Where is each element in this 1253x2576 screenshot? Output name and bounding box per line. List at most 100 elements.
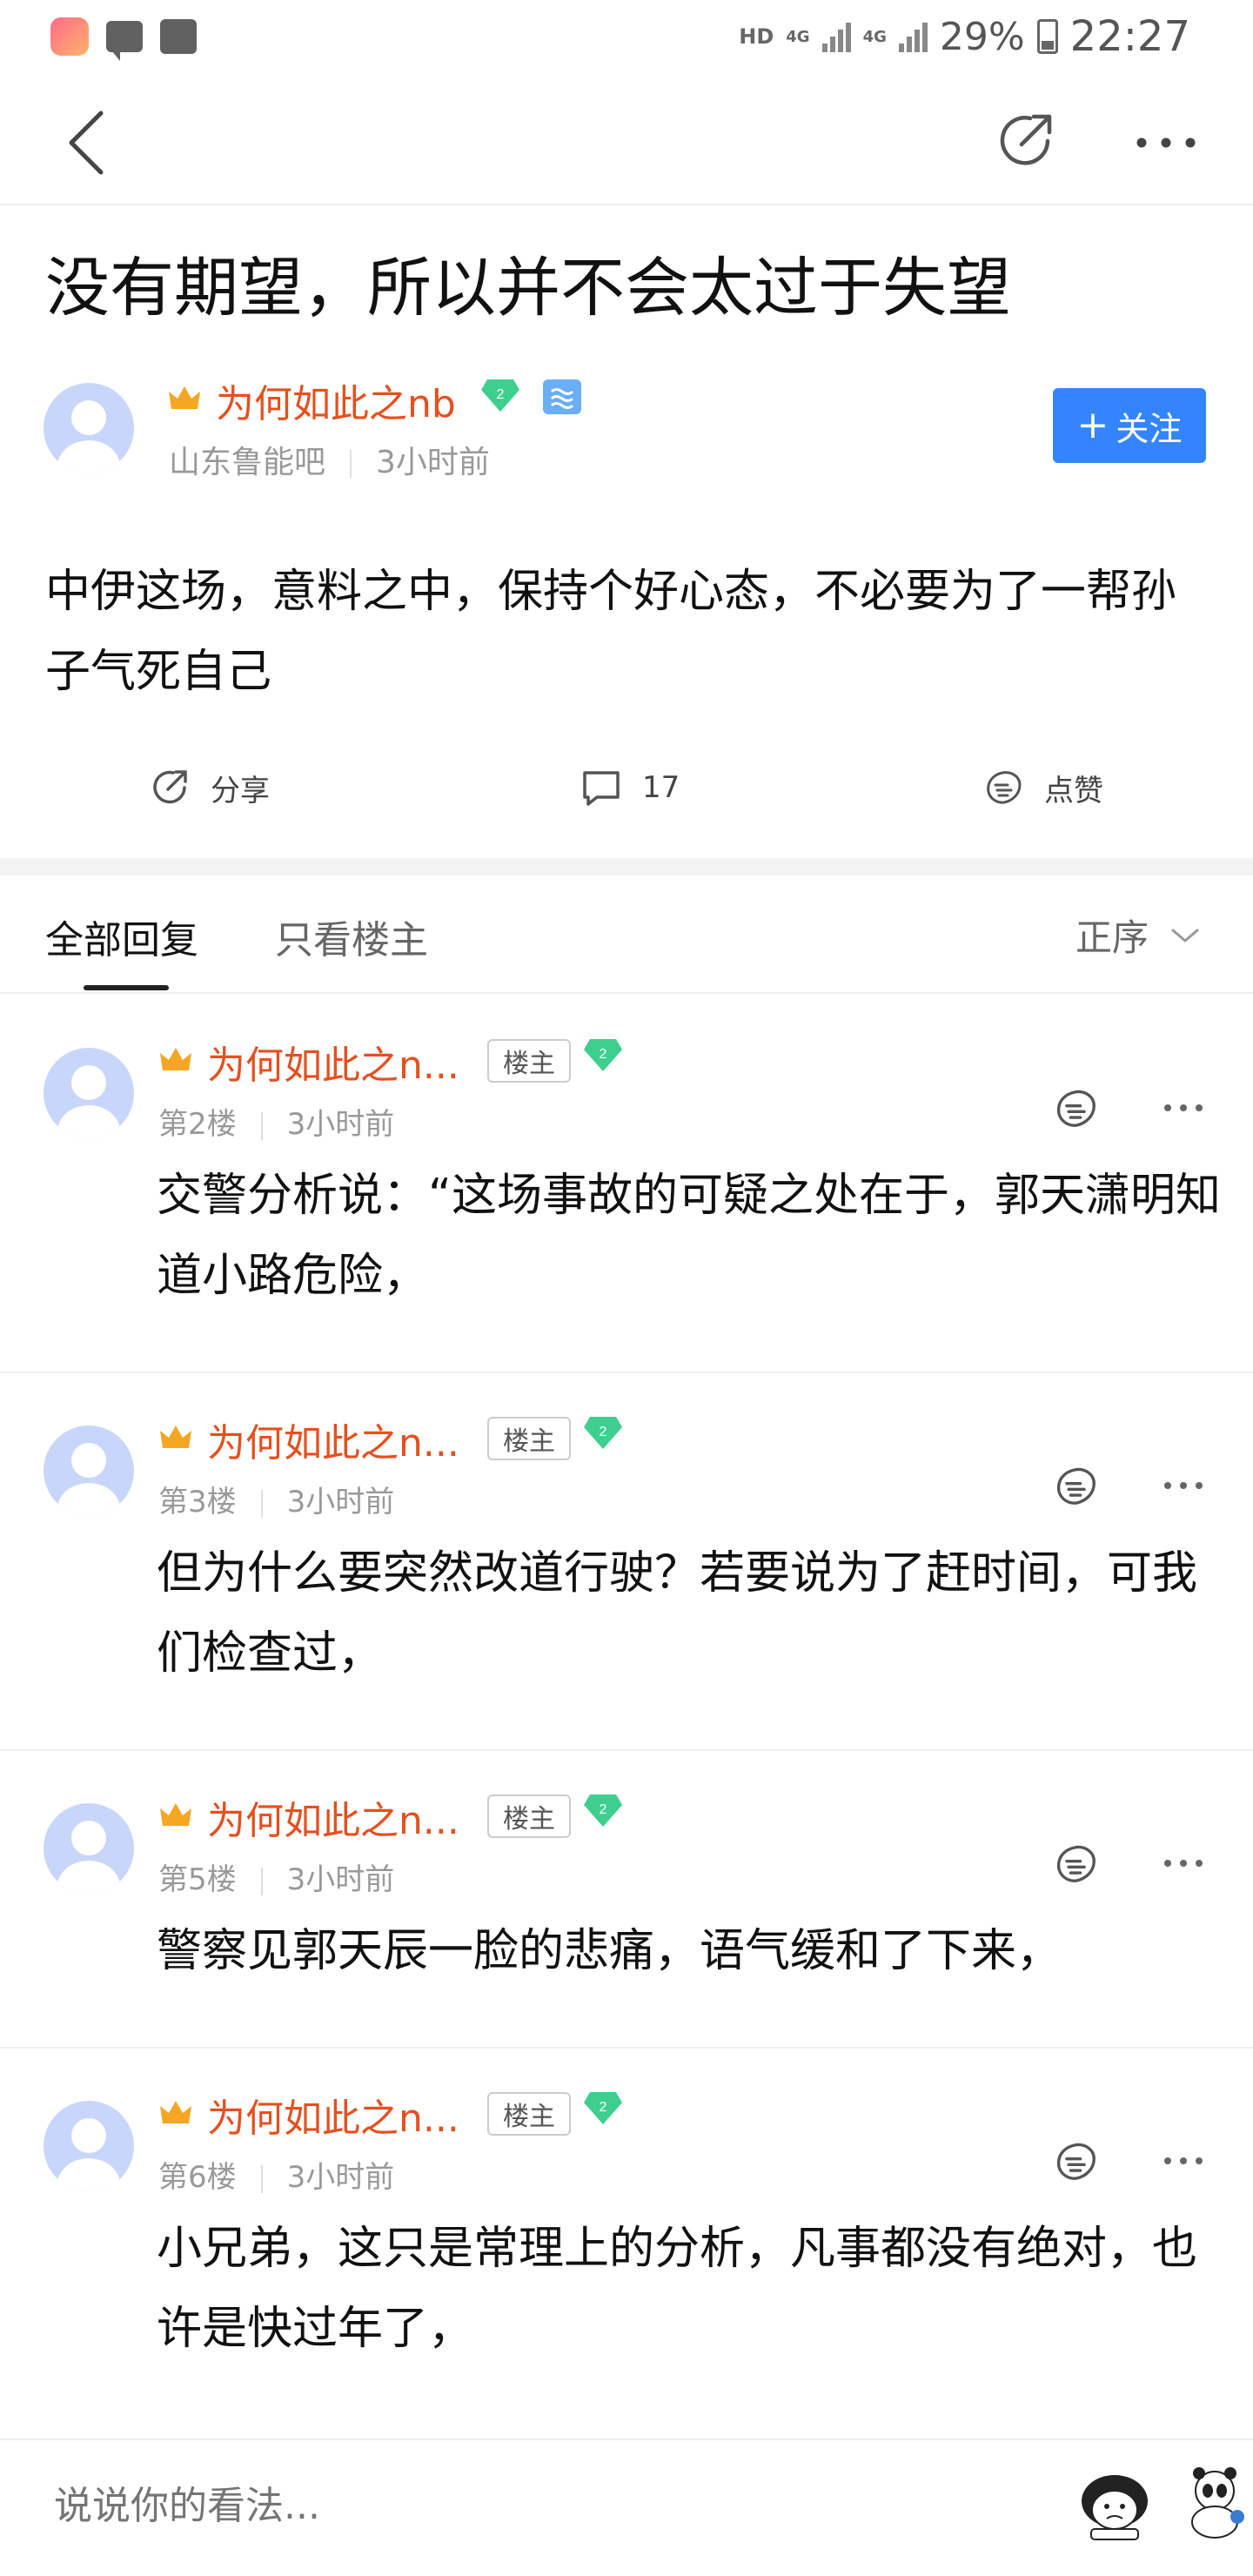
- battery-percent: 29%: [939, 14, 1025, 59]
- floor-number: 第2楼: [158, 1107, 237, 1142]
- reply-meta: 第2楼 3小时前: [158, 1100, 394, 1143]
- share-label: 分享: [211, 773, 270, 808]
- author-name[interactable]: 为何如此之nb: [216, 372, 456, 428]
- reply-avatar[interactable]: [44, 1803, 134, 1894]
- crown-icon: [160, 2101, 191, 2123]
- member-badge-icon: [543, 379, 581, 414]
- reply-item: 为何如此之n... 楼主 2 第2楼 3小时前 交警分析说：“这场事故的可疑之处在…: [0, 994, 1253, 1368]
- level-number: 2: [600, 1802, 607, 1817]
- like-label: 点赞: [1044, 773, 1103, 808]
- active-tab-indicator: [84, 985, 169, 990]
- level-number: 2: [497, 387, 505, 402]
- level-number: 2: [600, 2100, 607, 2115]
- notification-icons: [50, 17, 197, 61]
- section-divider: [0, 858, 1253, 875]
- comment-action[interactable]: 17: [580, 766, 680, 809]
- comment-bar: [0, 2438, 1253, 2576]
- battery-icon: [1036, 19, 1058, 54]
- more-dots-icon[interactable]: [1161, 1095, 1206, 1121]
- tab-op-only[interactable]: 只看楼主: [275, 909, 428, 964]
- reply-meta: 第6楼 3小时前: [158, 2153, 394, 2196]
- forum-name[interactable]: 山东鲁能吧: [169, 445, 325, 480]
- reply-author-name[interactable]: 为何如此之n...: [207, 1412, 459, 1467]
- more-dots-icon[interactable]: [1131, 125, 1201, 160]
- reply-meta: 第5楼 3小时前: [158, 1855, 394, 1898]
- op-tag: 楼主: [487, 1794, 571, 1838]
- message-notification-icon: [106, 21, 143, 61]
- reply-text: 小兄弟，这只是常理上的分析，凡事都没有绝对，也许是快过年了，: [157, 2223, 1198, 2355]
- level-diamond-icon: 2: [584, 1794, 622, 1827]
- level-number: 2: [600, 1425, 607, 1439]
- author-avatar[interactable]: [44, 383, 134, 473]
- clock: 22:27: [1069, 12, 1190, 61]
- sort-label: 正序: [1075, 916, 1149, 959]
- crown-icon: [160, 1048, 191, 1070]
- reply-time: 3小时前: [286, 1485, 395, 1519]
- crown-icon: [160, 1803, 191, 1826]
- more-dots-icon[interactable]: [1161, 2148, 1206, 2174]
- reply-avatar[interactable]: [44, 1426, 134, 1516]
- like-action[interactable]: 点赞: [982, 766, 1103, 809]
- more-dots-icon[interactable]: [1161, 1472, 1206, 1499]
- app-notification-icon: [50, 17, 89, 56]
- network-type-1: 4G: [786, 27, 810, 46]
- level-diamond-icon: 2: [584, 1039, 622, 1071]
- like-hand-icon[interactable]: [1051, 1084, 1100, 1133]
- comment-input[interactable]: [54, 2484, 1011, 2528]
- reply-avatar[interactable]: [44, 1048, 134, 1138]
- level-diamond-icon: 2: [584, 2092, 622, 2124]
- reply-text: 但为什么要突然改道行驶？若要说为了赶时间，可我们检查过，: [157, 1547, 1198, 1680]
- like-hand-icon[interactable]: [1051, 1840, 1100, 1888]
- op-tag: 楼主: [487, 1417, 571, 1460]
- share-icon[interactable]: [990, 106, 1060, 176]
- back-arrow-icon[interactable]: [61, 108, 113, 178]
- like-hand-icon: [987, 771, 1022, 804]
- chevron-down-icon: [1171, 929, 1199, 942]
- comment-bubble-icon: [583, 771, 620, 806]
- status-bar: HD 4G 4G 29% 22:27: [0, 0, 1253, 73]
- post-body: 中伊这场，意料之中，保持个好心态，不必要为了一帮孙子气死自己: [45, 566, 1177, 698]
- reply-item: 为何如此之n... 楼主 2 第3楼 3小时前 但为什么要突然改道行驶？若要说为了…: [0, 1372, 1253, 1746]
- follow-button[interactable]: + 关注: [1053, 388, 1206, 463]
- signal-icon: [821, 21, 851, 52]
- level-diamond-icon: 2: [584, 1417, 622, 1449]
- reply-item: 为何如此之n... 楼主 2 第6楼 3小时前 小兄弟，这只是常理上的分析，凡事都…: [0, 2047, 1253, 2430]
- nav-bar: [0, 73, 1253, 205]
- post-title: 没有期望，所以并不会太过于失望: [45, 251, 1011, 325]
- floor-number: 第5楼: [158, 1862, 237, 1897]
- plus-icon: +: [1076, 403, 1109, 447]
- level-number: 2: [600, 1047, 607, 1062]
- more-dots-icon[interactable]: [1161, 1850, 1206, 1876]
- reply-author-name[interactable]: 为何如此之n...: [207, 1034, 459, 1090]
- reply-time: 3小时前: [286, 1862, 395, 1897]
- task-notification-icon: [160, 19, 197, 54]
- crown-icon: [160, 1426, 191, 1448]
- floor-number: 第6楼: [158, 2160, 237, 2195]
- sticker-emoji-icon[interactable]: [1075, 2472, 1154, 2541]
- reply-time: 3小时前: [286, 1107, 395, 1142]
- hd-indicator: HD: [739, 24, 774, 49]
- reply-author-name[interactable]: 为何如此之n...: [207, 2087, 459, 2143]
- sticker-panda-icon[interactable]: [1176, 2465, 1253, 2543]
- follow-label: 关注: [1116, 409, 1183, 448]
- level-diamond-icon: 2: [481, 379, 519, 412]
- share-action[interactable]: 分享: [148, 766, 270, 809]
- reply-meta: 第3楼 3小时前: [158, 1478, 394, 1520]
- floor-number: 第3楼: [158, 1485, 237, 1519]
- signal-icon-2: [898, 21, 928, 52]
- like-hand-icon[interactable]: [1051, 1462, 1100, 1511]
- reply-author-name[interactable]: 为何如此之n...: [207, 1789, 459, 1845]
- reply-time: 3小时前: [286, 2160, 395, 2195]
- op-tag: 楼主: [487, 2092, 571, 2136]
- tab-all-replies[interactable]: 全部回复: [45, 909, 198, 964]
- author-meta: 山东鲁能吧 3小时前: [169, 437, 490, 482]
- like-hand-icon[interactable]: [1051, 2137, 1100, 2186]
- reply-avatar[interactable]: [44, 2101, 134, 2191]
- op-tag: 楼主: [487, 1039, 571, 1083]
- reply-item: 为何如此之n... 楼主 2 第5楼 3小时前 警察见郭天辰一脸的悲痛，语气缓和了…: [0, 1749, 1253, 2045]
- comment-count: 17: [642, 770, 680, 805]
- post-time: 3小时前: [376, 445, 490, 480]
- reply-text: 交警分析说：“这场事故的可疑之处在于，郭天潇明知道小路危险，: [157, 1170, 1221, 1302]
- sort-dropdown[interactable]: 正序: [1075, 909, 1201, 962]
- network-type-2: 4G: [862, 27, 887, 46]
